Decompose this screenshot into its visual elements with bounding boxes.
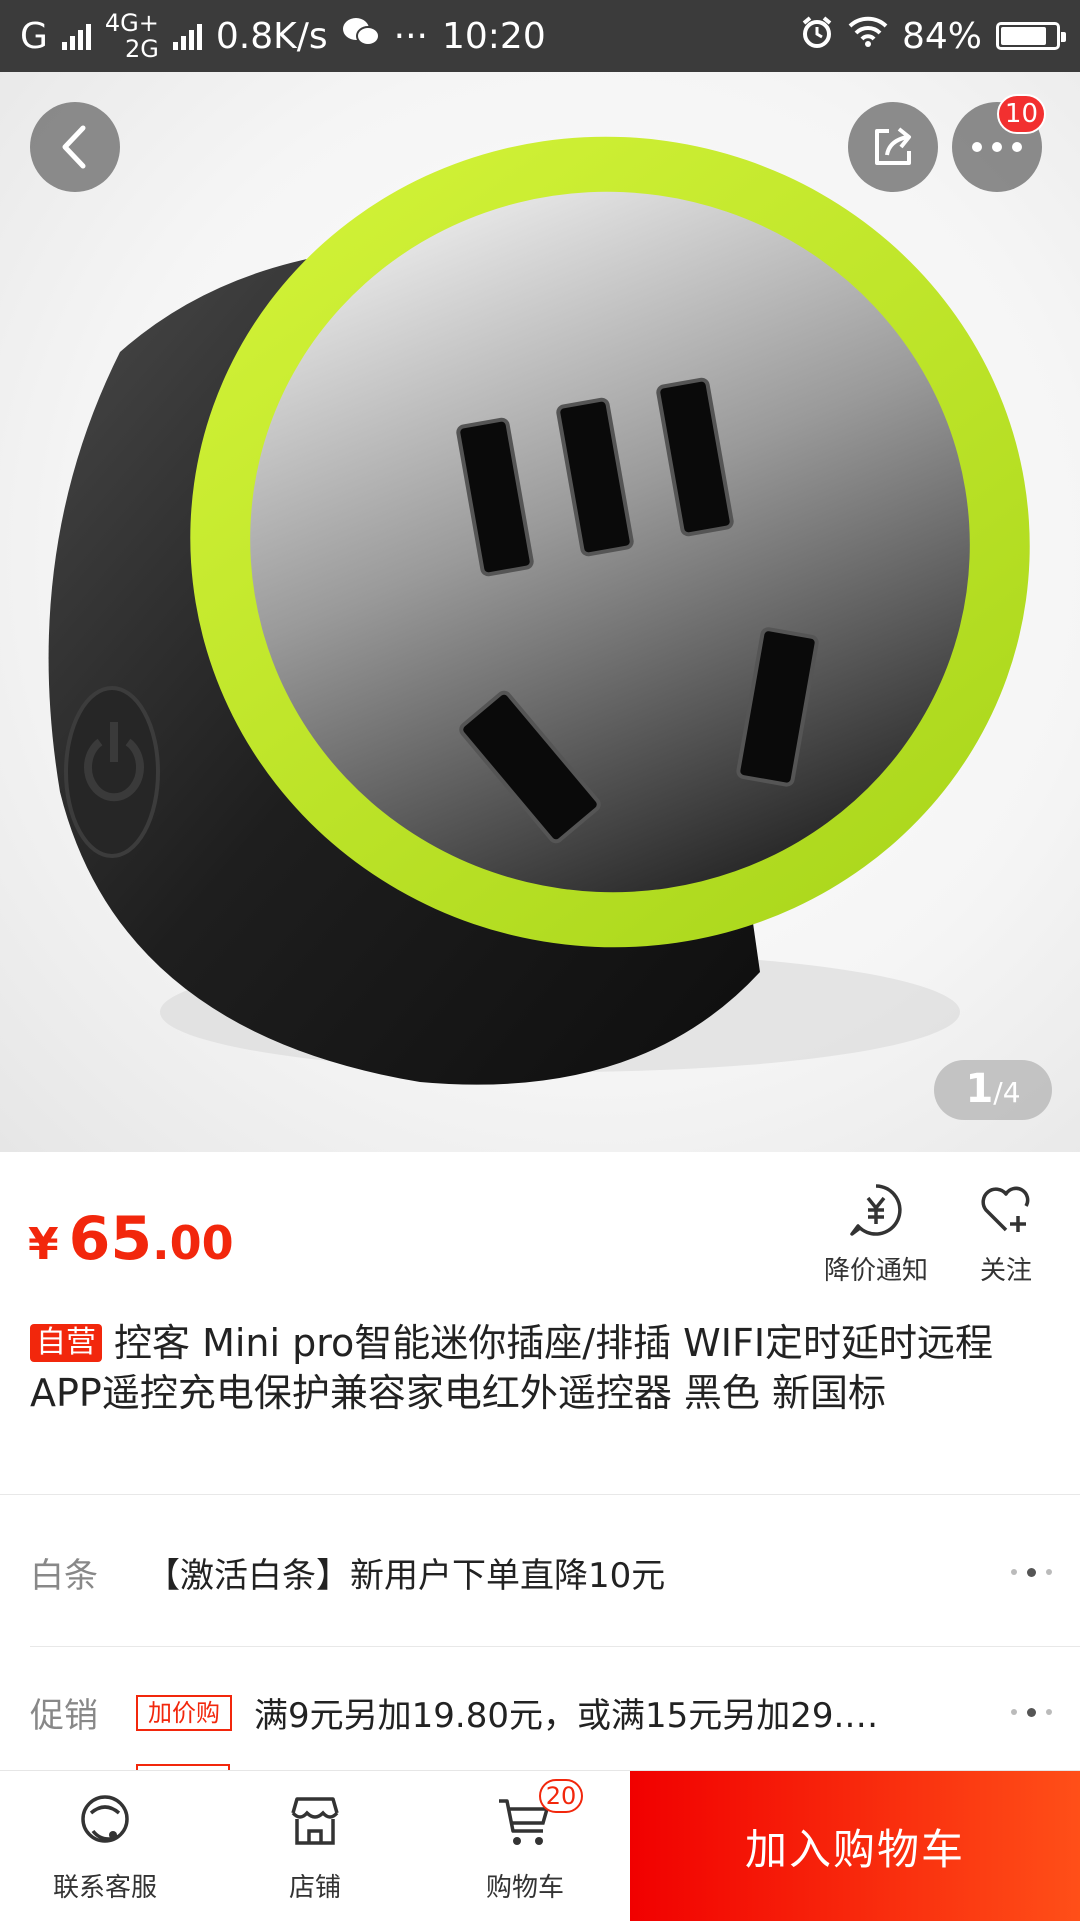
network-top: 4G+ bbox=[104, 9, 159, 37]
more-menu-button[interactable]: 10 bbox=[952, 94, 1046, 192]
price-alert-icon bbox=[846, 1180, 906, 1240]
customer-service-button[interactable]: 联系客服 bbox=[30, 1771, 180, 1921]
wifi-icon bbox=[848, 16, 888, 57]
more-notifications: ··· bbox=[393, 15, 428, 57]
shop-icon bbox=[283, 1789, 347, 1853]
cart-label: 购物车 bbox=[485, 1872, 564, 1903]
promotion-content: 加价购 满9元另加19.80元，或满15元另加29.… bbox=[136, 1688, 878, 1737]
baitiao-row[interactable]: 白条 【激活白条】新用户下单直降10元 bbox=[0, 1522, 1080, 1622]
promotion-row[interactable]: 促销 加价购 满9元另加19.80元，或满15元另加29.… bbox=[0, 1662, 1080, 1762]
promotion-label: 促销 bbox=[30, 1695, 98, 1736]
clock: 10:20 bbox=[441, 15, 546, 57]
bottom-action-bar: 联系客服 店铺 20 购物车 加入购物车 bbox=[0, 1770, 1080, 1921]
more-dots-icon bbox=[1011, 1567, 1052, 1577]
shop-label: 店铺 bbox=[288, 1872, 341, 1903]
heart-plus-icon bbox=[976, 1180, 1036, 1240]
battery-icon bbox=[996, 22, 1066, 50]
follow-label: 关注 bbox=[979, 1256, 1032, 1286]
status-right: 84% bbox=[800, 0, 1066, 72]
baitiao-label: 白条 bbox=[30, 1555, 98, 1596]
back-icon bbox=[62, 125, 86, 169]
signal-icon bbox=[61, 22, 91, 50]
add-to-cart-button[interactable]: 加入购物车 bbox=[630, 1771, 1080, 1921]
wechat-icon bbox=[342, 16, 380, 57]
follow-button[interactable]: 关注 bbox=[976, 1180, 1036, 1287]
self-operated-tag: 自营 bbox=[30, 1324, 102, 1362]
back-button[interactable] bbox=[30, 102, 120, 192]
promotion-text: 满9元另加19.80元，或满15元另加29.… bbox=[254, 1695, 879, 1736]
product-image-gallery[interactable]: 10 1 /4 bbox=[0, 72, 1080, 1152]
price-row: ¥ 65 .00 降价通知 关注 bbox=[0, 1152, 1080, 1302]
signal-icon-2 bbox=[172, 22, 202, 50]
network-speed: 0.8K/s bbox=[215, 15, 328, 57]
product-title-text: 控客 Mini pro智能迷你插座/排插 WIFI定时延时远程APP遥控充电保护… bbox=[30, 1321, 994, 1415]
price-alert-label: 降价通知 bbox=[824, 1256, 929, 1286]
pager-current: 1 bbox=[965, 1066, 994, 1112]
currency-symbol: ¥ bbox=[28, 1219, 59, 1270]
price-integer: 65 bbox=[68, 1204, 153, 1274]
alarm-icon bbox=[800, 15, 834, 58]
battery-text: 84% bbox=[901, 15, 982, 57]
more-icon bbox=[972, 142, 1022, 152]
product-image bbox=[48, 136, 1030, 1085]
network-bottom: 2G bbox=[125, 35, 159, 63]
cart-count-badge: 20 bbox=[539, 1778, 583, 1813]
share-button[interactable] bbox=[848, 102, 938, 192]
more-dots-icon bbox=[1011, 1707, 1052, 1717]
baitiao-content: 【激活白条】新用户下单直降10元 bbox=[146, 1555, 666, 1596]
share-icon bbox=[875, 127, 911, 165]
status-left: G 4G+ 2G 0.8K/s ··· 10:20 bbox=[20, 0, 546, 72]
pager-total: /4 bbox=[993, 1076, 1021, 1109]
cart-icon: 20 bbox=[493, 1778, 583, 1853]
image-pager: 1 /4 bbox=[934, 1060, 1052, 1120]
customer-service-icon bbox=[73, 1789, 137, 1853]
product-price: ¥ 65 .00 bbox=[28, 1204, 234, 1274]
shop-button[interactable]: 店铺 bbox=[240, 1771, 390, 1921]
promotion-tag: 加价购 bbox=[136, 1694, 232, 1731]
customer-service-label: 联系客服 bbox=[52, 1872, 157, 1903]
cart-button[interactable]: 20 购物车 bbox=[450, 1771, 600, 1921]
product-title: 自营 控客 Mini pro智能迷你插座/排插 WIFI定时延时远程APP遥控充电… bbox=[30, 1318, 1040, 1418]
divider bbox=[30, 1646, 1080, 1647]
carrier-label: G bbox=[20, 15, 48, 57]
price-alert-button[interactable]: 降价通知 bbox=[824, 1180, 928, 1287]
divider bbox=[0, 1494, 1080, 1495]
message-badge: 10 bbox=[996, 94, 1046, 134]
status-bar: G 4G+ 2G 0.8K/s ··· 10:20 84% bbox=[0, 0, 1080, 72]
price-decimal: .00 bbox=[152, 1216, 234, 1270]
network-type: 4G+ 2G bbox=[105, 10, 159, 62]
